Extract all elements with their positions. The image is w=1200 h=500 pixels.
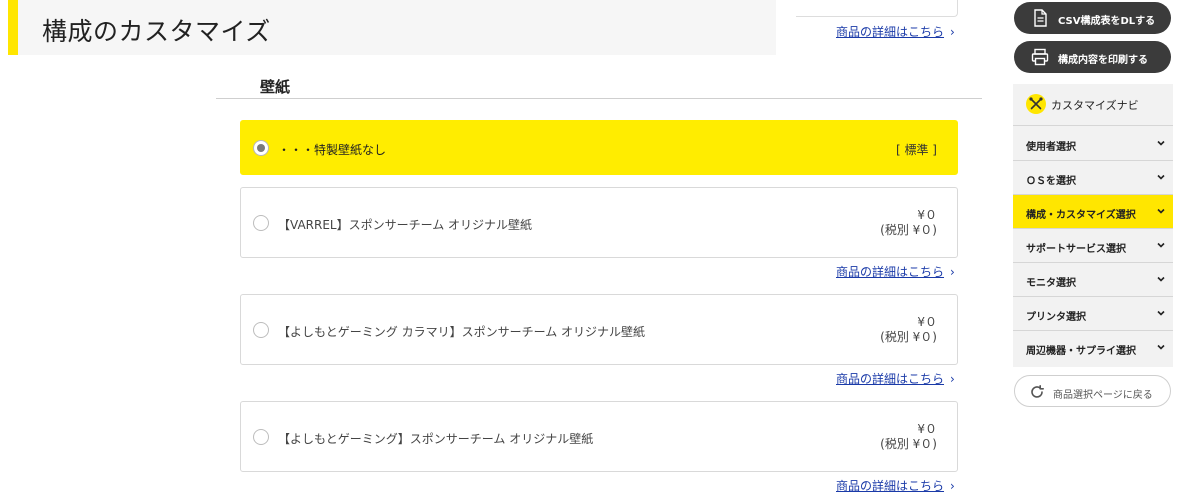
page-heading: 構成のカスタマイズ bbox=[8, 0, 776, 55]
navi-header: カスタマイズナビ bbox=[1013, 84, 1173, 126]
print-config-label: 構成内容を印刷する bbox=[1058, 55, 1148, 66]
product-detail-link[interactable]: 商品の詳細はこちら › bbox=[836, 477, 955, 494]
option-label: 【VARREL】スポンサーチーム オリジナル壁紙 bbox=[278, 218, 533, 232]
print-config-button[interactable]: 構成内容を印刷する bbox=[1014, 41, 1171, 73]
option-price: ¥０ (税別 ¥０) bbox=[880, 422, 937, 452]
price-value: ¥０ bbox=[917, 315, 937, 329]
product-detail-link[interactable]: 商品の詳細はこちら › bbox=[836, 263, 955, 280]
option-label: 【よしもとゲーミング カラマリ】スポンサーチーム オリジナル壁紙 bbox=[278, 325, 646, 339]
chevron-down-icon bbox=[1157, 208, 1165, 214]
option-price: ¥０ (税別 ¥０) bbox=[880, 315, 937, 345]
previous-option-card bbox=[796, 0, 958, 17]
printer-icon bbox=[1031, 48, 1049, 69]
nav-item-customize[interactable]: 構成・カスタマイズ選択 bbox=[1013, 195, 1173, 229]
nav-item-label: 構成・カスタマイズ選択 bbox=[1026, 210, 1136, 221]
price-value: ¥０ bbox=[917, 208, 937, 222]
option-label: ・・・特製壁紙なし bbox=[278, 143, 387, 157]
section-title-wallpaper: 壁紙 bbox=[260, 78, 291, 96]
chevron-right-icon: › bbox=[950, 479, 955, 493]
chevron-down-icon bbox=[1157, 174, 1165, 180]
chevron-down-icon bbox=[1157, 344, 1165, 350]
price-excl-tax: (税別 ¥０) bbox=[880, 437, 937, 451]
chevron-down-icon bbox=[1157, 276, 1165, 282]
price-excl-tax: (税別 ¥０) bbox=[880, 330, 937, 344]
nav-item-label: モニタ選択 bbox=[1026, 278, 1076, 289]
chevron-down-icon bbox=[1157, 140, 1165, 146]
nav-item-label: プリンタ選択 bbox=[1026, 312, 1086, 323]
radio-unselected[interactable] bbox=[253, 322, 269, 338]
back-to-product-button[interactable]: 商品選択ページに戻る bbox=[1014, 375, 1171, 407]
chevron-right-icon: › bbox=[950, 372, 955, 386]
nav-item-label: サポートサービス選択 bbox=[1026, 244, 1126, 255]
product-detail-link[interactable]: 商品の詳細はこちら › bbox=[836, 23, 955, 40]
csv-download-label: CSV構成表をDLする bbox=[1058, 16, 1156, 27]
nav-item-label: 周辺機器・サプライ選択 bbox=[1026, 346, 1136, 357]
price-excl-tax: (税別 ¥０) bbox=[880, 223, 937, 237]
nav-item-user[interactable]: 使用者選択 bbox=[1013, 127, 1173, 161]
csv-document-icon bbox=[1032, 9, 1048, 30]
back-button-label: 商品選択ページに戻る bbox=[1053, 390, 1153, 401]
page-title: 構成のカスタマイズ bbox=[42, 17, 271, 46]
option-label: 【よしもとゲーミング】スポンサーチーム オリジナル壁紙 bbox=[278, 432, 594, 446]
chevron-right-icon: › bbox=[950, 25, 955, 39]
customize-navi: カスタマイズナビ 使用者選択 ＯＳを選択 構成・カスタマイズ選択 サポートサービ… bbox=[1013, 84, 1173, 367]
nav-item-label: ＯＳを選択 bbox=[1026, 176, 1076, 187]
nav-item-os[interactable]: ＯＳを選択 bbox=[1013, 161, 1173, 195]
radio-unselected[interactable] bbox=[253, 215, 269, 231]
radio-selected[interactable] bbox=[253, 140, 269, 156]
wallpaper-option-yoshimoto-karamari[interactable]: 【よしもとゲーミング カラマリ】スポンサーチーム オリジナル壁紙 ¥０ (税別 … bbox=[240, 294, 958, 365]
nav-item-peripherals[interactable]: 周辺機器・サプライ選択 bbox=[1013, 331, 1173, 365]
nav-item-support[interactable]: サポートサービス選択 bbox=[1013, 229, 1173, 263]
refresh-icon bbox=[1029, 384, 1045, 404]
csv-download-button[interactable]: CSV構成表をDLする bbox=[1014, 2, 1171, 34]
product-detail-link[interactable]: 商品の詳細はこちら › bbox=[836, 370, 955, 387]
option-price: ¥０ (税別 ¥０) bbox=[880, 208, 937, 238]
wallpaper-option-none[interactable]: ・・・特製壁紙なし [ 標準 ] bbox=[240, 120, 958, 175]
wallpaper-option-yoshimoto[interactable]: 【よしもとゲーミング】スポンサーチーム オリジナル壁紙 ¥０ (税別 ¥０) bbox=[240, 401, 958, 472]
nav-item-label: 使用者選択 bbox=[1026, 142, 1076, 153]
navi-title: カスタマイズナビ bbox=[1051, 99, 1139, 112]
chevron-down-icon bbox=[1157, 310, 1165, 316]
chevron-right-icon: › bbox=[950, 265, 955, 279]
chevron-down-icon bbox=[1157, 242, 1165, 248]
section-divider bbox=[216, 98, 982, 99]
wallpaper-option-varrel[interactable]: 【VARREL】スポンサーチーム オリジナル壁紙 ¥０ (税別 ¥０) bbox=[240, 187, 958, 258]
nav-item-monitor[interactable]: モニタ選択 bbox=[1013, 263, 1173, 297]
radio-unselected[interactable] bbox=[253, 429, 269, 445]
standard-tag: [ 標準 ] bbox=[896, 143, 937, 157]
price-value: ¥０ bbox=[917, 422, 937, 436]
tools-icon bbox=[1026, 94, 1046, 114]
nav-item-printer[interactable]: プリンタ選択 bbox=[1013, 297, 1173, 331]
